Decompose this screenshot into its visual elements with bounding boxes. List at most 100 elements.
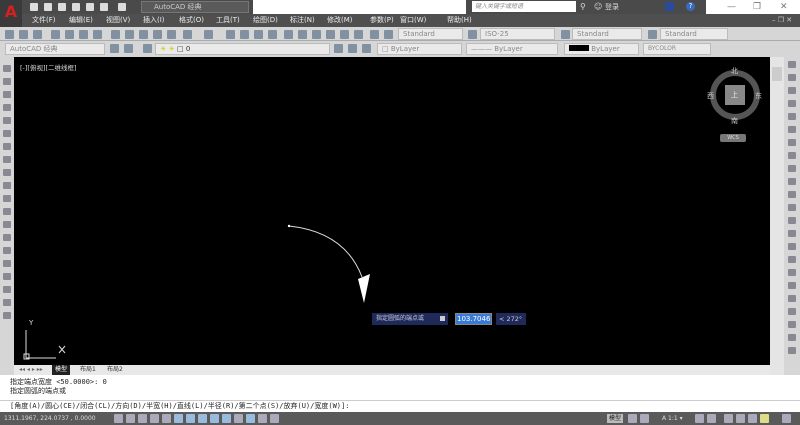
- spline-icon[interactable]: [3, 169, 11, 176]
- multiline-text-icon[interactable]: [3, 299, 11, 306]
- lineweight-icon[interactable]: [234, 414, 243, 423]
- infer-constraints-icon[interactable]: [114, 414, 123, 423]
- tab-layout1[interactable]: 布局1: [77, 365, 99, 375]
- modify-toolbar: [784, 57, 800, 375]
- polyline-arc: [288, 225, 363, 278]
- properties-panel-icon[interactable]: [788, 295, 796, 302]
- line-icon[interactable]: [3, 65, 11, 72]
- polygon-icon[interactable]: [3, 104, 11, 111]
- tab-layout2[interactable]: 布局2: [104, 365, 126, 375]
- annotation-scale[interactable]: A 1:1 ▾: [662, 414, 683, 423]
- stretch-icon[interactable]: [788, 165, 796, 172]
- ducs-icon[interactable]: [210, 414, 219, 423]
- rectangle-icon[interactable]: [3, 117, 11, 124]
- dynamic-input-angle: < 272°: [496, 313, 526, 325]
- autoscale-icon[interactable]: [707, 414, 716, 423]
- break-icon[interactable]: [788, 217, 796, 224]
- compass-west[interactable]: 西: [707, 91, 714, 101]
- compass-north[interactable]: 北: [731, 66, 738, 76]
- status-bar: 1311.1967, 224.0737 , 0.0000 模型 A 1:1 ▾: [0, 412, 800, 425]
- tab-nav-arrows[interactable]: ◂◂ ◂ ▸ ▸▸: [16, 365, 46, 375]
- coordinates-readout[interactable]: 1311.1967, 224.0737 , 0.0000: [4, 412, 96, 425]
- osnap-icon[interactable]: [174, 414, 183, 423]
- trim-icon[interactable]: [788, 178, 796, 185]
- vertical-scrollbar[interactable]: [770, 57, 784, 375]
- dyn-icon[interactable]: [222, 414, 231, 423]
- model-space-button[interactable]: 模型: [607, 414, 624, 423]
- region-icon[interactable]: [3, 273, 11, 280]
- draw-order-icon[interactable]: [788, 308, 796, 315]
- transparency-icon[interactable]: [246, 414, 255, 423]
- compass-east[interactable]: 东: [755, 91, 762, 101]
- point-icon[interactable]: [3, 234, 11, 241]
- scroll-thumb[interactable]: [772, 67, 782, 81]
- layer-iso-icon[interactable]: [788, 334, 796, 341]
- ortho-icon[interactable]: [150, 414, 159, 423]
- ucs-menu-button[interactable]: WCS: [720, 134, 746, 142]
- viewcube-top-face[interactable]: 上: [731, 90, 738, 100]
- array-icon[interactable]: [788, 113, 796, 120]
- insert-block-icon[interactable]: [3, 208, 11, 215]
- hardware-acceleration-icon[interactable]: [748, 414, 757, 423]
- drawing-geometry: [23, 70, 760, 360]
- annotation-visibility-icon[interactable]: [695, 414, 704, 423]
- join-icon[interactable]: [788, 230, 796, 237]
- history-line: 指定端点宽度 <50.0000>: 0: [10, 378, 107, 386]
- tab-model[interactable]: 模型: [52, 365, 71, 375]
- lock-ui-icon[interactable]: [736, 414, 745, 423]
- quick-properties-icon[interactable]: [258, 414, 267, 423]
- dynamic-input-value[interactable]: 103.7046: [456, 314, 492, 324]
- revision-cloud-icon[interactable]: [3, 156, 11, 163]
- circle-icon[interactable]: [3, 143, 11, 150]
- copy-icon[interactable]: [788, 74, 796, 81]
- layout-tabs: ◂◂ ◂ ▸ ▸▸ 模型 布局1 布局2: [14, 365, 770, 375]
- construction-line-icon[interactable]: [3, 78, 11, 85]
- gradient-icon[interactable]: [3, 260, 11, 267]
- add-selected-icon[interactable]: [3, 312, 11, 319]
- dynamic-input-field[interactable]: 103.7046: [455, 313, 492, 325]
- move-icon[interactable]: [788, 126, 796, 133]
- break-at-point-icon[interactable]: [788, 204, 796, 211]
- hatch-icon[interactable]: [3, 247, 11, 254]
- dynamic-input-prompt: 指定圆弧的端点或: [372, 313, 448, 325]
- ucs-y-label: Y: [29, 319, 34, 327]
- explode-icon[interactable]: [788, 282, 796, 289]
- text-edit-icon[interactable]: [788, 321, 796, 328]
- ellipse-icon[interactable]: [3, 182, 11, 189]
- quick-view-layouts-icon[interactable]: [628, 414, 637, 423]
- command-history: 指定端点宽度 <50.0000>: 0 指定圆弧的端点或: [0, 375, 800, 400]
- snap-icon[interactable]: [126, 414, 135, 423]
- command-line-input[interactable]: [角度(A)/圆心(CE)/闭合(CL)/方向(D)/半宽(H)/直线(L)/半…: [0, 400, 800, 412]
- measure-icon[interactable]: [788, 347, 796, 354]
- arc-start-point: [287, 224, 291, 228]
- polar-icon[interactable]: [162, 414, 171, 423]
- otrack-icon[interactable]: [198, 414, 207, 423]
- draw-toolbar: [0, 57, 14, 375]
- clean-screen-icon[interactable]: [782, 414, 791, 423]
- polyline-width-segment: [358, 274, 370, 303]
- grid-icon[interactable]: [138, 414, 147, 423]
- make-block-icon[interactable]: [3, 221, 11, 228]
- rotate-icon[interactable]: [788, 139, 796, 146]
- offset-icon[interactable]: [788, 100, 796, 107]
- blend-icon[interactable]: [788, 269, 796, 276]
- workspace-switch-icon[interactable]: [724, 414, 733, 423]
- extend-icon[interactable]: [788, 191, 796, 198]
- polyline-icon[interactable]: [3, 91, 11, 98]
- options-down-icon[interactable]: [440, 316, 445, 321]
- ellipse-arc-icon[interactable]: [3, 195, 11, 202]
- isolate-objects-icon[interactable]: [760, 414, 769, 423]
- mirror-icon[interactable]: [788, 87, 796, 94]
- scale-icon[interactable]: [788, 152, 796, 159]
- chamfer-icon[interactable]: [788, 243, 796, 250]
- 3d-osnap-icon[interactable]: [186, 414, 195, 423]
- ucs-icon: [23, 330, 66, 360]
- history-line: 指定圆弧的端点或: [10, 387, 66, 395]
- table-icon[interactable]: [3, 286, 11, 293]
- compass-south[interactable]: 南: [731, 116, 738, 126]
- quick-view-drawings-icon[interactable]: [640, 414, 649, 423]
- erase-icon[interactable]: [788, 61, 796, 68]
- fillet-icon[interactable]: [788, 256, 796, 263]
- selection-cycling-icon[interactable]: [270, 414, 279, 423]
- arc-icon[interactable]: [3, 130, 11, 137]
